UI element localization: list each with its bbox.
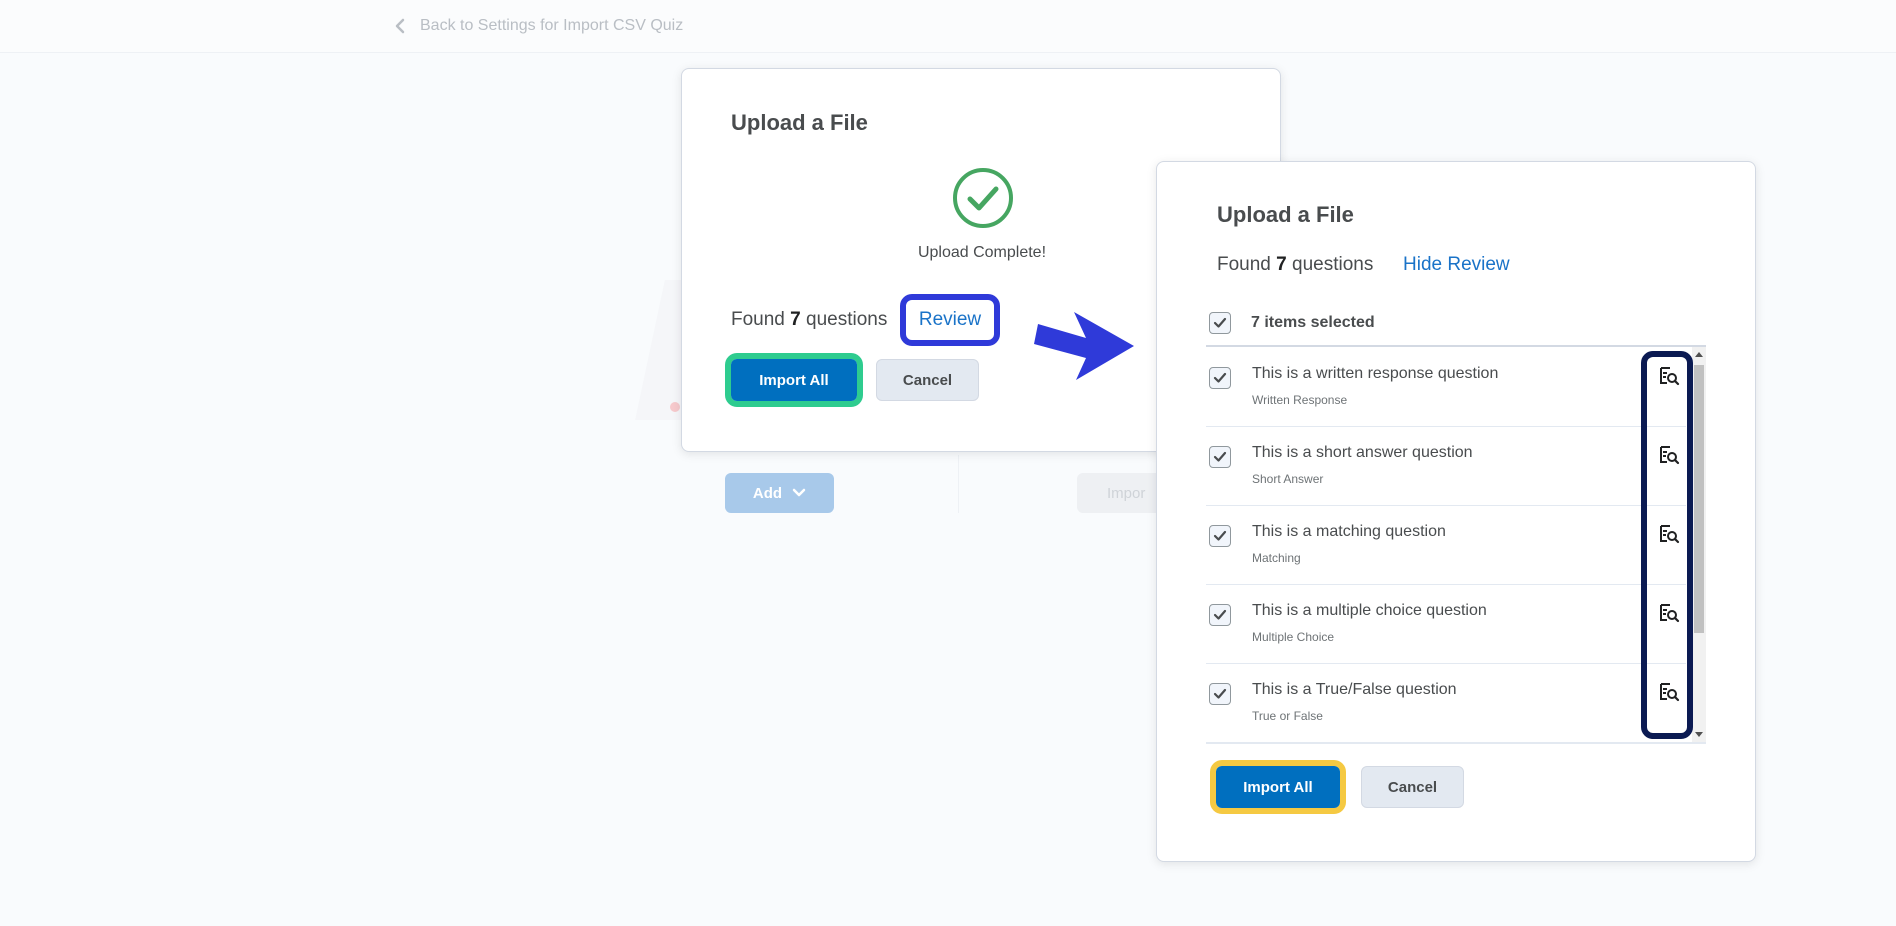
checkmark-icon <box>1213 317 1227 328</box>
preview-icon <box>1660 604 1680 623</box>
question-checkbox[interactable] <box>1209 604 1231 626</box>
found-suffix: questions <box>806 309 888 330</box>
check-circle-icon <box>953 168 1013 228</box>
found-prefix: Found <box>731 309 785 330</box>
cancel-button[interactable]: Cancel <box>876 359 979 401</box>
list-item: This is a multiple choice question Multi… <box>1206 584 1686 664</box>
import-all-button[interactable]: Import All <box>731 359 857 401</box>
preview-icon <box>1660 683 1680 702</box>
question-title: This is a matching question <box>1252 523 1446 540</box>
checkmark-icon <box>1213 530 1227 541</box>
preview-button[interactable] <box>1658 365 1680 387</box>
question-title: This is a multiple choice question <box>1252 602 1487 619</box>
top-bar: Back to Settings for Import CSV Quiz <box>0 0 1896 53</box>
question-type: Multiple Choice <box>1252 630 1335 644</box>
found-count: 7 <box>1276 254 1287 275</box>
list-item: This is a matching question Matching <box>1206 505 1686 585</box>
found-questions-text: Found 7 questions <box>1217 254 1373 276</box>
question-checkbox[interactable] <box>1209 446 1231 468</box>
preview-icon <box>1660 525 1680 544</box>
preview-icon <box>1660 367 1680 386</box>
found-questions-text: Found 7 questions <box>731 309 887 331</box>
list-item: This is a written response question Writ… <box>1206 347 1686 427</box>
review-dialog: Upload a File Found 7 questions Hide Rev… <box>1156 161 1756 862</box>
chevron-left-icon <box>395 18 405 34</box>
review-link[interactable]: Review <box>900 294 1000 346</box>
dialog-title: Upload a File <box>731 110 868 135</box>
question-checkbox[interactable] <box>1209 367 1231 389</box>
list-item: This is a True/False question True or Fa… <box>1206 663 1686 742</box>
arrow-right-icon <box>1034 312 1134 380</box>
dialog-title: Upload a File <box>1217 202 1354 227</box>
chevron-down-icon <box>792 488 806 497</box>
preview-button[interactable] <box>1658 681 1680 703</box>
select-all-row: 7 items selected <box>1209 312 1375 334</box>
question-title: This is a short answer question <box>1252 444 1473 461</box>
question-type: Written Response <box>1252 393 1348 407</box>
background-divider <box>958 455 959 513</box>
preview-button[interactable] <box>1658 444 1680 466</box>
question-checkbox[interactable] <box>1209 525 1231 547</box>
back-to-settings-link[interactable]: Back to Settings for Import CSV Quiz <box>394 16 683 36</box>
cancel-button[interactable]: Cancel <box>1361 766 1464 808</box>
checkmark-icon <box>1213 688 1227 699</box>
list-scrollbar[interactable] <box>1692 347 1706 742</box>
question-type: Short Answer <box>1252 472 1324 486</box>
list-item: This is a short answer question Short An… <box>1206 426 1686 506</box>
found-count: 7 <box>790 309 801 330</box>
scroll-down-arrow[interactable] <box>1695 732 1703 737</box>
question-type: Matching <box>1252 551 1301 565</box>
background-add-label: Add <box>752 484 783 502</box>
background-add-button: Add <box>725 473 834 513</box>
preview-button[interactable] <box>1658 602 1680 624</box>
background-import-label: Impor <box>1107 484 1146 502</box>
checkmark-icon <box>1213 372 1227 383</box>
checkmark-icon <box>1213 609 1227 620</box>
scroll-up-arrow[interactable] <box>1695 352 1703 357</box>
select-all-checkbox[interactable] <box>1209 312 1231 334</box>
question-title: This is a written response question <box>1252 365 1499 382</box>
checkmark-icon <box>1213 451 1227 462</box>
preview-button[interactable] <box>1658 523 1680 545</box>
background-import-button: Impor <box>1077 473 1167 513</box>
found-prefix: Found <box>1217 254 1271 275</box>
items-selected-label: 7 items selected <box>1251 314 1375 331</box>
found-suffix: questions <box>1292 254 1374 275</box>
question-title: This is a True/False question <box>1252 681 1457 698</box>
import-all-button[interactable]: Import All <box>1216 766 1340 808</box>
question-type: True or False <box>1252 709 1323 723</box>
hide-review-link[interactable]: Hide Review <box>1403 254 1510 276</box>
scroll-thumb[interactable] <box>1694 365 1704 633</box>
preview-icon <box>1660 446 1680 465</box>
question-list: This is a written response question Writ… <box>1206 347 1706 744</box>
question-checkbox[interactable] <box>1209 683 1231 705</box>
back-link-label: Back to Settings for Import CSV Quiz <box>420 17 684 34</box>
background-dot <box>670 402 680 412</box>
